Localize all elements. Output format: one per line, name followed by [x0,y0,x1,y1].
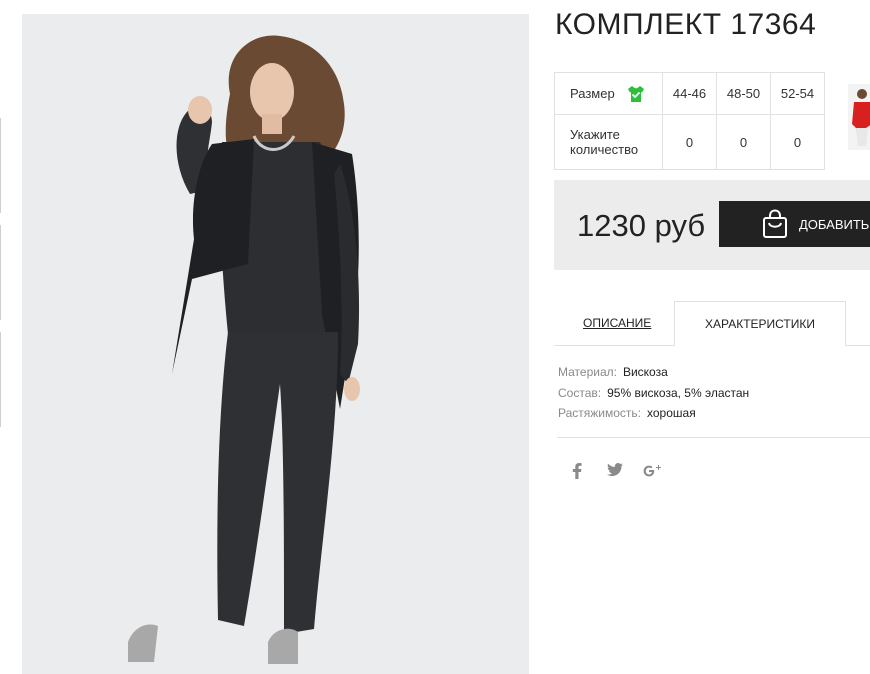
spec-row: Состав: 95% вискоза, 5% эластан [558,386,749,400]
facebook-icon[interactable] [572,463,582,483]
spec-key: Состав: [558,386,602,400]
edge-divider [0,225,1,320]
quantity-label: Укажите количество [554,114,663,170]
add-to-cart-button[interactable]: ДОБАВИТЬ [719,201,870,247]
edge-divider [0,332,1,427]
size-label: Размер [570,86,615,101]
google-plus-icon[interactable] [643,463,663,483]
price-value: 1230 руб [577,208,706,243]
shopping-bag-icon [763,209,787,238]
spec-divider [557,437,870,438]
spec-key: Материал: [558,365,617,379]
tab-characteristics[interactable]: ХАРАКТЕРИСТИКИ [674,301,846,346]
size-option[interactable]: 52-54 [770,72,825,115]
quantity-input[interactable]: 0 [662,114,717,170]
product-title: КОМПЛЕКТ 17364 [555,8,817,41]
tab-description[interactable]: ОПИСАНИЕ [583,316,651,330]
thumbnail-image [848,84,870,150]
edge-divider [0,118,1,213]
product-photo-illustration [22,14,529,674]
spec-row: Растяжимость: хорошая [558,406,696,420]
spec-value: Вискоза [622,365,668,379]
shirt-check-icon[interactable] [626,84,646,104]
twitter-icon[interactable] [607,463,623,481]
size-quantity-table: Размер 44-46 48-50 52-54 Укажите количес… [554,72,825,170]
price-box: 1230 руб ДОБАВИТЬ [554,180,870,270]
spec-value: 95% вискоза, 5% эластан [607,386,750,400]
size-option[interactable]: 44-46 [662,72,717,115]
quantity-input[interactable]: 0 [716,114,771,170]
product-photo[interactable] [22,14,529,674]
spec-value: хорошая [647,406,696,420]
quantity-input[interactable]: 0 [770,114,825,170]
size-option[interactable]: 48-50 [716,72,771,115]
spec-row: Материал: Вискоза [558,365,668,379]
tab-characteristics-label: ХАРАКТЕРИСТИКИ [704,316,815,331]
add-to-cart-label: ДОБАВИТЬ [799,216,870,232]
size-label-cell: Размер [554,72,663,115]
product-thumbnail[interactable] [848,84,870,150]
spec-key: Растяжимость: [558,406,642,420]
